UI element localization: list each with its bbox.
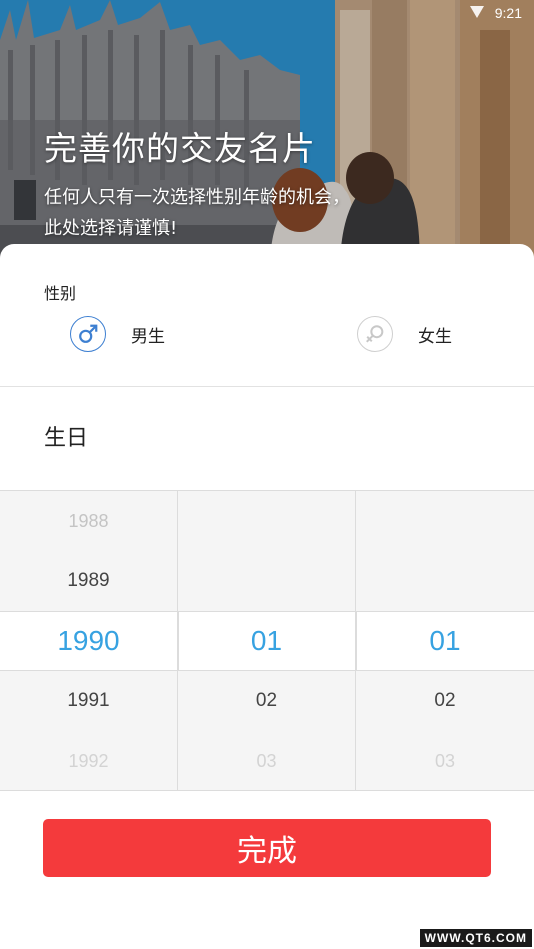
year-option[interactable]: 1992 <box>0 731 177 791</box>
gender-option-female-label: 女生 <box>418 326 452 347</box>
year-wheel[interactable]: 1988 1989 1990 1991 1992 <box>0 491 178 791</box>
birthday-label: 生日 <box>44 426 89 451</box>
female-symbol-icon <box>357 316 393 352</box>
hero-banner: 9:21 完善你的交友名片 任何人只有一次选择性别年龄的机会， 此处选择请谨慎! <box>0 0 534 270</box>
gender-option-female[interactable]: 女生 <box>357 312 452 356</box>
male-symbol-icon <box>70 316 106 352</box>
gender-option-male[interactable]: 男生 <box>70 312 165 356</box>
hero-subtitle-line2: 此处选择请谨慎! <box>44 218 178 239</box>
done-button[interactable]: 完成 <box>43 819 491 877</box>
month-option[interactable]: 03 <box>178 731 355 791</box>
site-watermark: WWW.QT6.COM <box>419 929 532 947</box>
year-option[interactable]: 1988 <box>0 491 177 551</box>
signal-icon <box>470 6 484 18</box>
day-option[interactable]: 03 <box>356 731 534 791</box>
page-title: 完善你的交友名片 <box>44 129 316 168</box>
year-option-selected[interactable]: 1990 <box>0 611 177 671</box>
year-option[interactable]: 1989 <box>0 551 177 611</box>
month-option-selected[interactable]: 01 <box>178 611 355 671</box>
hero-subtitle-line1: 任何人只有一次选择性别年龄的机会， <box>44 187 350 208</box>
month-wheel[interactable]: 01 02 03 <box>178 491 356 791</box>
day-wheel[interactable]: 01 02 03 <box>356 491 534 791</box>
day-option[interactable]: 02 <box>356 671 534 731</box>
birthday-date-picker[interactable]: 1988 1989 1990 1991 1992 01 02 03 01 02 … <box>0 490 534 791</box>
month-option[interactable]: 02 <box>178 671 355 731</box>
profile-card: 性别 男生 女生 生日 1988 1989 1990 1991 1992 01 … <box>0 244 534 949</box>
gender-label: 性别 <box>44 284 77 303</box>
day-option-selected[interactable]: 01 <box>356 611 534 671</box>
year-option[interactable]: 1991 <box>0 671 177 731</box>
gender-option-male-label: 男生 <box>131 326 165 347</box>
section-divider <box>0 386 534 387</box>
status-time: 9:21 <box>494 5 522 21</box>
